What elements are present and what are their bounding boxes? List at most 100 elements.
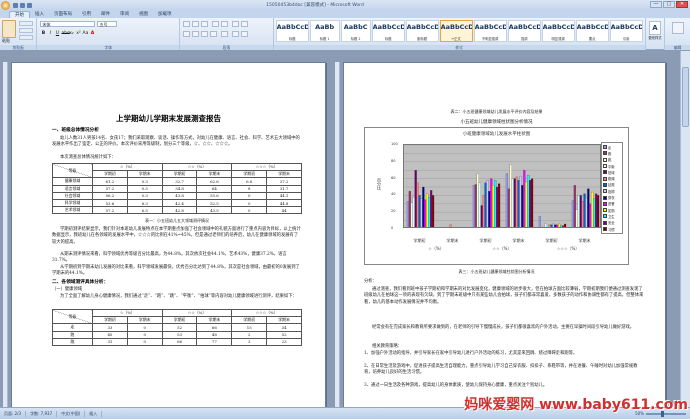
underline-button[interactable]: U — [54, 31, 60, 37]
chart-y-tick-label: 20 — [391, 209, 396, 214]
style-heading[interactable]: AaBbCcD 标题 — [371, 20, 405, 42]
table-header: ☆（%） — [92, 308, 163, 318]
table-cell: 43.5 — [196, 206, 233, 215]
style-strong[interactable]: AaBbCcDc 要点 — [575, 20, 609, 42]
style-sample: AaBbCcD — [372, 23, 404, 31]
font-color-button[interactable]: A — [89, 31, 95, 37]
language-indicator[interactable]: 中文(中国) — [57, 410, 86, 417]
insert-mode[interactable]: 插入 — [85, 410, 103, 417]
style-heading-2[interactable]: AaBbC 标题 2 — [340, 20, 371, 42]
numbering-icon[interactable] — [192, 21, 200, 27]
table-cell: 0 — [126, 337, 163, 346]
copy-icon[interactable] — [19, 28, 33, 33]
page-count[interactable]: 页面: 2/3 — [0, 410, 27, 417]
page-1[interactable]: 上学期幼儿学期末发展测查报告 一、班级总体情况分析 幼儿人数31人男孩14名、女… — [11, 62, 326, 419]
font-name-select[interactable]: 宋体 — [40, 21, 96, 27]
chart-bar — [449, 224, 452, 227]
style-quote[interactable]: AaBbCcDc 引用 — [609, 20, 643, 42]
tab-insert[interactable]: 插入 — [30, 11, 49, 18]
table-cell: 3 — [231, 337, 268, 346]
sort-icon[interactable] — [232, 21, 240, 27]
scrollbar-thumb[interactable] — [682, 67, 689, 127]
bullets-icon[interactable] — [183, 21, 191, 27]
chart-bar — [527, 175, 530, 227]
window-controls: — ▢ ✕ — [650, 1, 688, 8]
page-2[interactable]: 表二：小五班健康领域幼儿发展水平评价内容及结果 小五班幼儿健康领域柱状图分析情况… — [343, 62, 666, 419]
tab-addins[interactable]: 加载项 — [153, 11, 177, 18]
subscript-button[interactable]: x₂ — [68, 31, 74, 37]
decrease-indent-icon[interactable] — [212, 21, 220, 27]
line-spacing-icon[interactable] — [221, 31, 229, 37]
chart-legend-label: 安全 — [608, 221, 615, 226]
style-normal[interactable]: AaBbCcDc ↵正文 — [439, 20, 473, 42]
style-name: 副标题 — [417, 37, 428, 41]
chart-bar — [424, 199, 427, 227]
styles-group: AaBbCcDc 标题 AaBb 标题 1 AaBbC 标题 2 AaBbCcD 标题 … — [273, 18, 646, 50]
align-center-icon[interactable] — [192, 31, 200, 37]
style-sample: AaBbCcDc — [508, 23, 540, 31]
vertical-ruler-2 — [335, 62, 340, 407]
paste-button[interactable] — [2, 20, 16, 38]
tab-page-layout[interactable]: 页面布局 — [49, 11, 77, 18]
style-subtitle[interactable]: AaBbCcDc 副标题 — [405, 20, 439, 42]
borders-icon[interactable] — [241, 31, 249, 37]
font-group-label: 字体 — [37, 45, 180, 50]
shading-icon[interactable] — [232, 31, 240, 37]
tab-review[interactable]: 审阅 — [115, 11, 134, 18]
chart-bar — [548, 224, 551, 227]
show-marks-icon[interactable] — [241, 21, 249, 27]
table-header: ☆☆☆（%） — [231, 308, 302, 318]
site-watermark: 妈咪爱婴网 www.baby611.com — [464, 397, 688, 413]
change-case-button[interactable]: Aa — [82, 31, 89, 37]
find-icon[interactable] — [671, 22, 684, 34]
bold-button[interactable]: B — [40, 31, 46, 37]
word-count[interactable]: 字数: 7,937 — [26, 410, 58, 417]
style-subtle-emphasis[interactable]: AaBbCcDc 不明显强调 — [473, 20, 507, 42]
cut-icon[interactable] — [19, 21, 33, 26]
align-left-icon[interactable] — [183, 31, 191, 37]
align-right-icon[interactable] — [201, 31, 209, 37]
superscript-button[interactable]: x² — [75, 31, 81, 37]
tab-references[interactable]: 引用 — [77, 11, 96, 18]
minimize-button[interactable]: — — [650, 1, 662, 8]
justify-icon[interactable] — [210, 31, 218, 37]
chart-legend-swatch — [603, 164, 607, 169]
vertical-scrollbar[interactable] — [680, 51, 690, 407]
increase-indent-icon[interactable] — [221, 21, 229, 27]
style-sample: AaBbCcDc — [440, 23, 472, 31]
font-size-select[interactable]: 五号 — [97, 21, 118, 27]
italic-button[interactable]: I — [47, 31, 53, 37]
tab-view[interactable]: 视图 — [134, 11, 153, 18]
style-intense-emphasis[interactable]: AaBbCcDc 明显强调 — [541, 20, 575, 42]
table-cell: 科学领域 — [52, 198, 93, 208]
chart-bar — [593, 198, 596, 227]
chart-bar — [476, 173, 479, 227]
table-cell: 0 — [126, 330, 163, 339]
style-heading-1[interactable]: AaBb 标题 1 — [309, 20, 340, 42]
change-styles-icon[interactable]: A — [648, 21, 661, 35]
style-title[interactable]: AaBbCcDc 标题 — [275, 20, 309, 42]
table-cell: 跑 — [52, 330, 93, 339]
table-cell: 社会领域 — [52, 191, 93, 200]
style-emphasis[interactable]: AaBbCcDc 强调 — [507, 20, 541, 42]
tab-mailings[interactable]: 邮件 — [96, 11, 115, 18]
strikethrough-button[interactable]: abe — [61, 31, 69, 37]
multilevel-list-icon[interactable] — [201, 21, 209, 27]
maximize-button[interactable]: ▢ — [663, 1, 675, 8]
chart-bar — [490, 178, 493, 227]
chart-legend-label: 穿衣 — [608, 196, 615, 201]
table-cell: 32.7 — [161, 177, 198, 186]
format-painter-icon[interactable] — [19, 35, 33, 40]
chart-y-tick-label: 40 — [391, 192, 396, 197]
style-sample: AaBbC — [343, 23, 368, 31]
chart-legend-swatch — [603, 195, 607, 200]
vertical-ruler — [3, 62, 8, 407]
chart-bar — [412, 196, 415, 227]
close-button[interactable]: ✕ — [676, 1, 688, 8]
table-cell: 艺术领域 — [52, 206, 93, 215]
chart-bar — [426, 193, 429, 227]
chart-bar — [564, 223, 567, 227]
analysis-paragraph-1: 通过测查，我们看到班中孩子学期初和学期末的对比发展变化，健康领域的进步很大，但在… — [364, 287, 644, 305]
table-cell: 6.6 — [231, 177, 268, 186]
tab-home[interactable]: 开始 — [9, 11, 30, 18]
